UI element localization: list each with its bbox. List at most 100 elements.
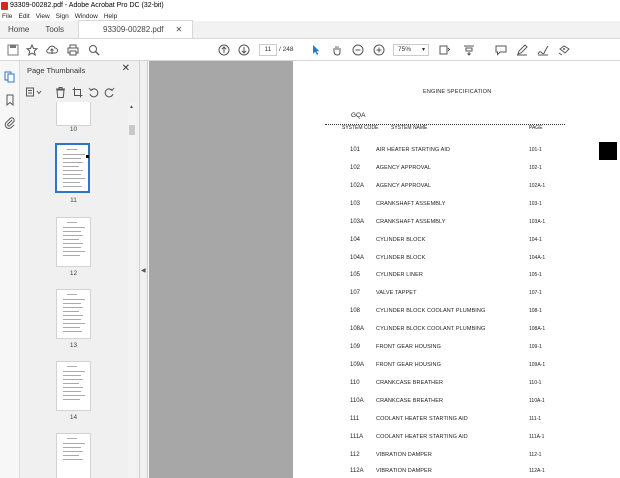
collapse-panel-icon[interactable]: ◀ [141,267,146,274]
thumbnail-page-number: 10 [69,126,78,133]
crop-pages-icon[interactable] [72,85,83,98]
zoom-out-icon[interactable] [351,43,365,57]
system-name: VALVE TAPPET [376,290,417,296]
panel-splitter[interactable]: ◀ [140,61,148,478]
page-ref: 104-1 [529,237,542,243]
system-name: COOLANT HEATER STARTING AID [376,416,468,422]
system-name: CYLINDER LINER [376,272,423,278]
thumbnail-page-number: 11 [70,197,77,204]
page-ref: 107-1 [529,290,542,296]
close-panel-icon[interactable]: ✕ [122,63,130,74]
page-ref: 110-1 [529,380,542,386]
thumbnails-panel: Page Thumbnails ✕ 10 11 12 13 14 ▲ [20,61,140,478]
system-code: 108 [350,308,361,314]
share-icon[interactable] [557,43,571,57]
table-row: 112 VIBRATION DAMPER 112-1 [293,452,620,462]
page-ref: 112-1 [529,452,542,458]
panel-title: Page Thumbnails [27,66,86,75]
search-icon[interactable] [87,43,101,57]
menu-help[interactable]: Help [104,13,117,20]
highlight-pen-icon[interactable] [515,43,529,57]
save-icon[interactable] [6,43,20,57]
chevron-down-icon: ▾ [421,47,425,53]
thumbnail-scrollbar[interactable]: ▲ [128,102,136,478]
page-thumbnail[interactable] [56,289,91,339]
table-row: 109 FRONT GEAR HOUSING 109-1 [293,344,620,354]
page-ref: 110A-1 [529,398,545,404]
table-row: 110A CRANKCASE BREATHER 110A-1 [293,398,620,408]
scroll-up-icon[interactable]: ▲ [129,104,134,110]
comment-icon[interactable] [494,43,508,57]
page-thumbnail-selected[interactable] [55,143,90,193]
thumbnail-page-number: 13 [69,342,78,349]
previous-page-icon[interactable] [217,43,231,57]
rotate-cw-icon[interactable] [104,85,115,98]
sign-icon[interactable] [536,43,550,57]
tab-document[interactable]: 93309-00282.pdf ✕ [78,20,194,38]
delete-icon[interactable] [55,85,66,98]
menu-sign[interactable]: Sign [56,13,69,20]
table-row: 109A FRONT GEAR HOUSING 109A-1 [293,362,620,372]
menu-view[interactable]: View [36,13,50,20]
table-row: 108A CYLINDER BLOCK COOLANT PLUMBING 108A-… [293,326,620,336]
acrobat-icon [1,1,8,10]
system-code: 101 [350,147,361,153]
system-name: CRANKCASE BREATHER [376,398,444,404]
table-row: 110 CRANKCASE BREATHER 110-1 [293,380,620,390]
bookmark-icon[interactable] [4,93,16,107]
page-thumbnail[interactable] [56,217,91,267]
system-name: COOLANT HEATER STARTING AID [376,434,468,440]
scrollbar-thumb[interactable] [129,125,135,135]
page-ref: 109A-1 [529,362,546,368]
rotate-ccw-icon[interactable] [88,85,99,98]
header-system-code: SYSTEM CODE [342,125,379,131]
pdf-page: ENGINE SPECIFICATION GQA SYSTEM CODE SYS… [293,61,620,478]
page-thumbnails-icon[interactable] [4,70,16,83]
zoom-in-icon[interactable] [372,43,386,57]
bookmark-star-icon[interactable] [25,43,39,57]
page-ref: 108-1 [529,308,542,314]
system-name: VIBRATION DAMPER [376,468,432,474]
print-icon[interactable] [66,43,80,57]
system-code: 112A [350,468,364,474]
zoom-select[interactable]: 75% ▾ [393,44,429,56]
page-ref: 109-1 [529,344,542,350]
system-name: VIBRATION DAMPER [376,452,432,458]
table-row: 101 AIR HEATER STARTING AID 101-1 [293,147,620,157]
close-tab-icon[interactable]: ✕ [176,25,183,34]
upload-cloud-icon[interactable] [45,43,59,57]
table-row: 102 AGENCY APPROVAL 102-1 [293,165,620,175]
page-total: / 248 [279,46,294,53]
menu-edit[interactable]: Edit [18,13,29,20]
table-row: 111A COOLANT HEATER STARTING AID 111A-1 [293,434,620,444]
page-ref: 103A-1 [529,219,546,225]
table-row: 104 CYLINDER BLOCK 104-1 [293,237,620,247]
tab-home[interactable]: Home [0,20,37,38]
fit-page-icon[interactable] [437,43,451,57]
options-menu-icon[interactable] [26,85,42,97]
page-thumbnail[interactable] [56,433,91,478]
thumbnail-list: 10 11 12 13 14 [20,102,140,478]
system-code: 108A [350,326,365,332]
page-number-input[interactable]: 11 [259,44,277,56]
header-system-name: SYSTEM NAME [391,125,428,131]
system-code: 112 [350,452,360,458]
select-cursor-icon[interactable] [309,43,323,57]
menu-file[interactable]: File [2,13,12,20]
menu-window[interactable]: Window [75,13,98,20]
page-marker-block [599,142,617,160]
hand-tool-icon[interactable] [330,43,344,57]
attachment-icon[interactable] [4,116,16,129]
next-page-icon[interactable] [237,43,251,57]
tab-tools[interactable]: Tools [37,20,72,38]
table-row: 112A VIBRATION DAMPER 112A-1 [293,468,620,478]
scroll-mode-icon[interactable] [462,43,476,57]
page-ref: 104A-1 [529,255,546,261]
page-thumbnail[interactable] [56,361,91,411]
page-thumbnail[interactable] [56,102,91,126]
page-ref: 103-1 [529,201,542,207]
system-code: 107 [350,290,361,296]
table-row: 102A AGENCY APPROVAL 102A-1 [293,183,620,193]
page-ref: 102-1 [529,165,542,171]
system-name: FRONT GEAR HOUSING [376,362,441,368]
